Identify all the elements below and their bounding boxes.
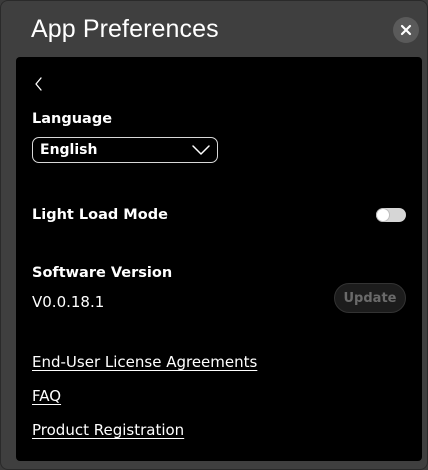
toggle-knob [377, 209, 389, 221]
language-select[interactable]: English [32, 137, 218, 163]
product-registration-link[interactable]: Product Registration [32, 421, 184, 439]
title-bar: App Preferences [1, 1, 427, 57]
software-version-label: Software Version [32, 265, 173, 281]
close-button[interactable] [393, 17, 419, 43]
light-load-mode-toggle[interactable] [376, 208, 406, 222]
eula-link[interactable]: End-User License Agreements [32, 353, 257, 371]
update-button[interactable]: Update [334, 283, 406, 313]
light-load-mode-label: Light Load Mode [32, 207, 168, 223]
window-title: App Preferences [31, 15, 219, 43]
faq-link[interactable]: FAQ [32, 387, 61, 405]
back-button[interactable] [32, 75, 48, 93]
close-icon [400, 24, 412, 36]
language-selected-value: English [40, 142, 98, 158]
preferences-panel: Language English Light Load Mode Softwar… [16, 57, 422, 461]
chevron-down-icon [192, 145, 210, 155]
software-version-value: V0.0.18.1 [32, 293, 105, 311]
chevron-left-icon [35, 77, 42, 91]
preferences-window: App Preferences Language English Light L… [0, 0, 428, 470]
language-label: Language [32, 111, 113, 127]
